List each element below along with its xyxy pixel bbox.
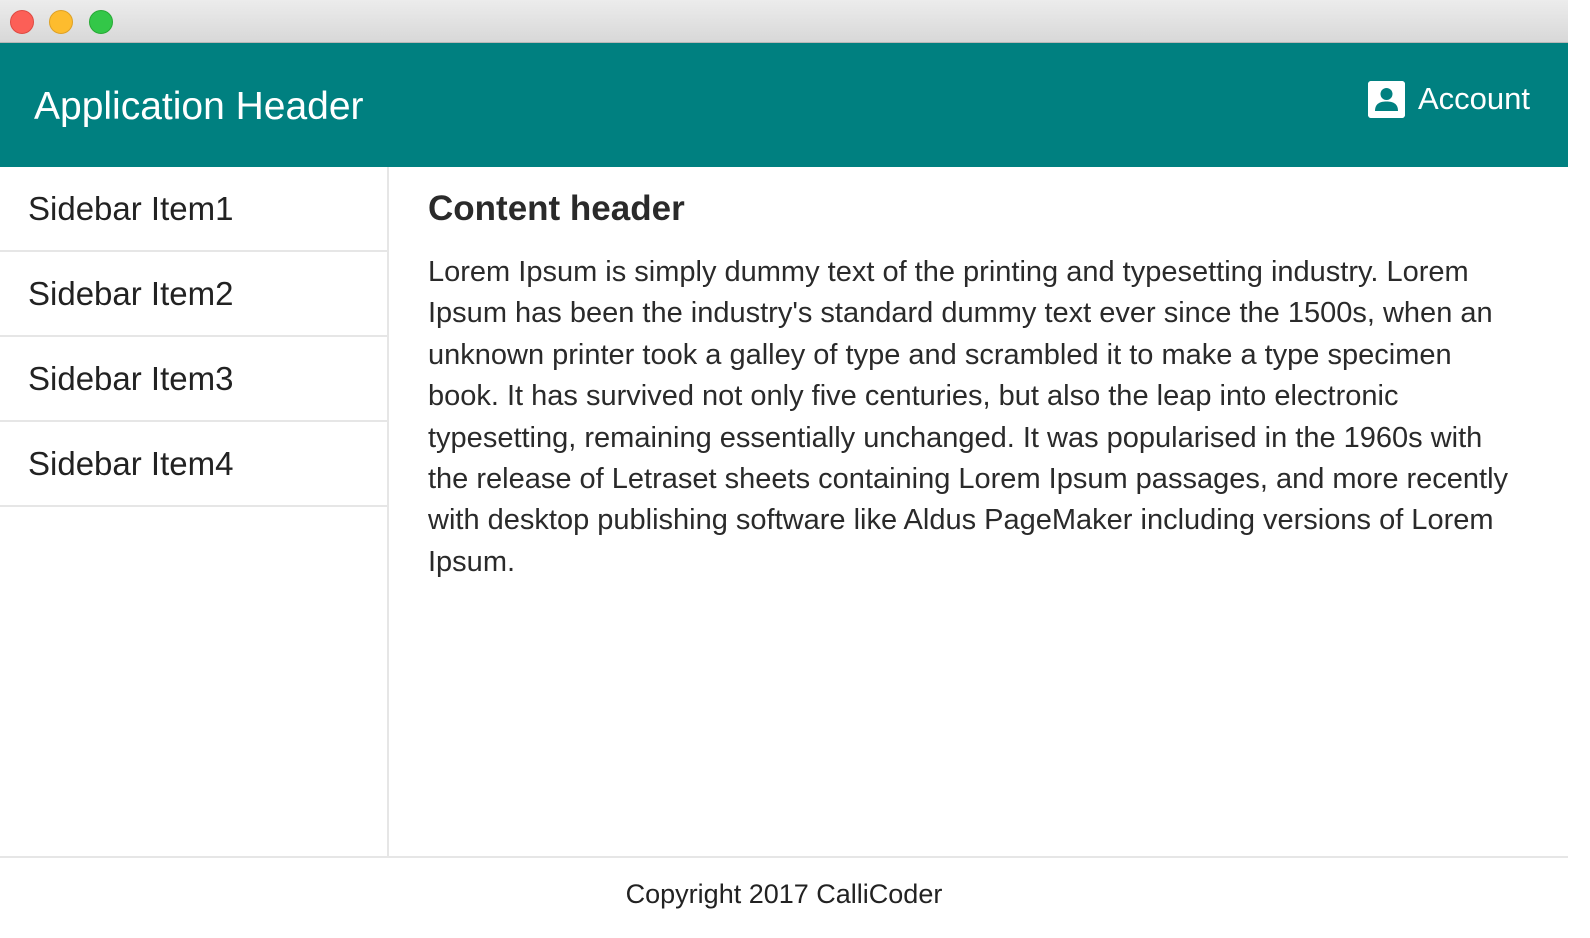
- window-zoom-button[interactable]: [89, 10, 113, 34]
- sidebar-item-1[interactable]: Sidebar Item1: [0, 167, 387, 252]
- window-close-button[interactable]: [10, 10, 34, 34]
- content-header: Content header: [428, 189, 685, 228]
- app-window: Application Header Account Sidebar Item1…: [0, 0, 1568, 938]
- sidebar: Sidebar Item1 Sidebar Item2 Sidebar Item…: [0, 167, 389, 856]
- main-content: Content header Lorem Ipsum is simply dum…: [428, 188, 1528, 583]
- footer-copyright: Copyright 2017 CalliCoder: [625, 878, 943, 909]
- sidebar-item-3[interactable]: Sidebar Item3: [0, 337, 387, 422]
- sidebar-item-2[interactable]: Sidebar Item2: [0, 252, 387, 337]
- sidebar-item-label: Sidebar Item3: [28, 359, 234, 397]
- account-button[interactable]: Account: [1367, 79, 1530, 119]
- sidebar-item-label: Sidebar Item1: [28, 189, 234, 227]
- sidebar-item-label: Sidebar Item4: [28, 444, 234, 482]
- content-body-text: Lorem Ipsum is simply dummy text of the …: [428, 256, 1509, 578]
- app-header: Application Header Account: [0, 43, 1568, 167]
- sidebar-item-label: Sidebar Item2: [28, 274, 234, 312]
- footer: Copyright 2017 CalliCoder: [0, 856, 1568, 938]
- account-box-icon: [1367, 80, 1405, 118]
- window-minimize-button[interactable]: [49, 10, 73, 34]
- window-titlebar[interactable]: [0, 0, 1568, 43]
- account-label: Account: [1417, 81, 1530, 116]
- sidebar-item-4[interactable]: Sidebar Item4: [0, 422, 387, 507]
- app-title: Application Header: [34, 85, 364, 128]
